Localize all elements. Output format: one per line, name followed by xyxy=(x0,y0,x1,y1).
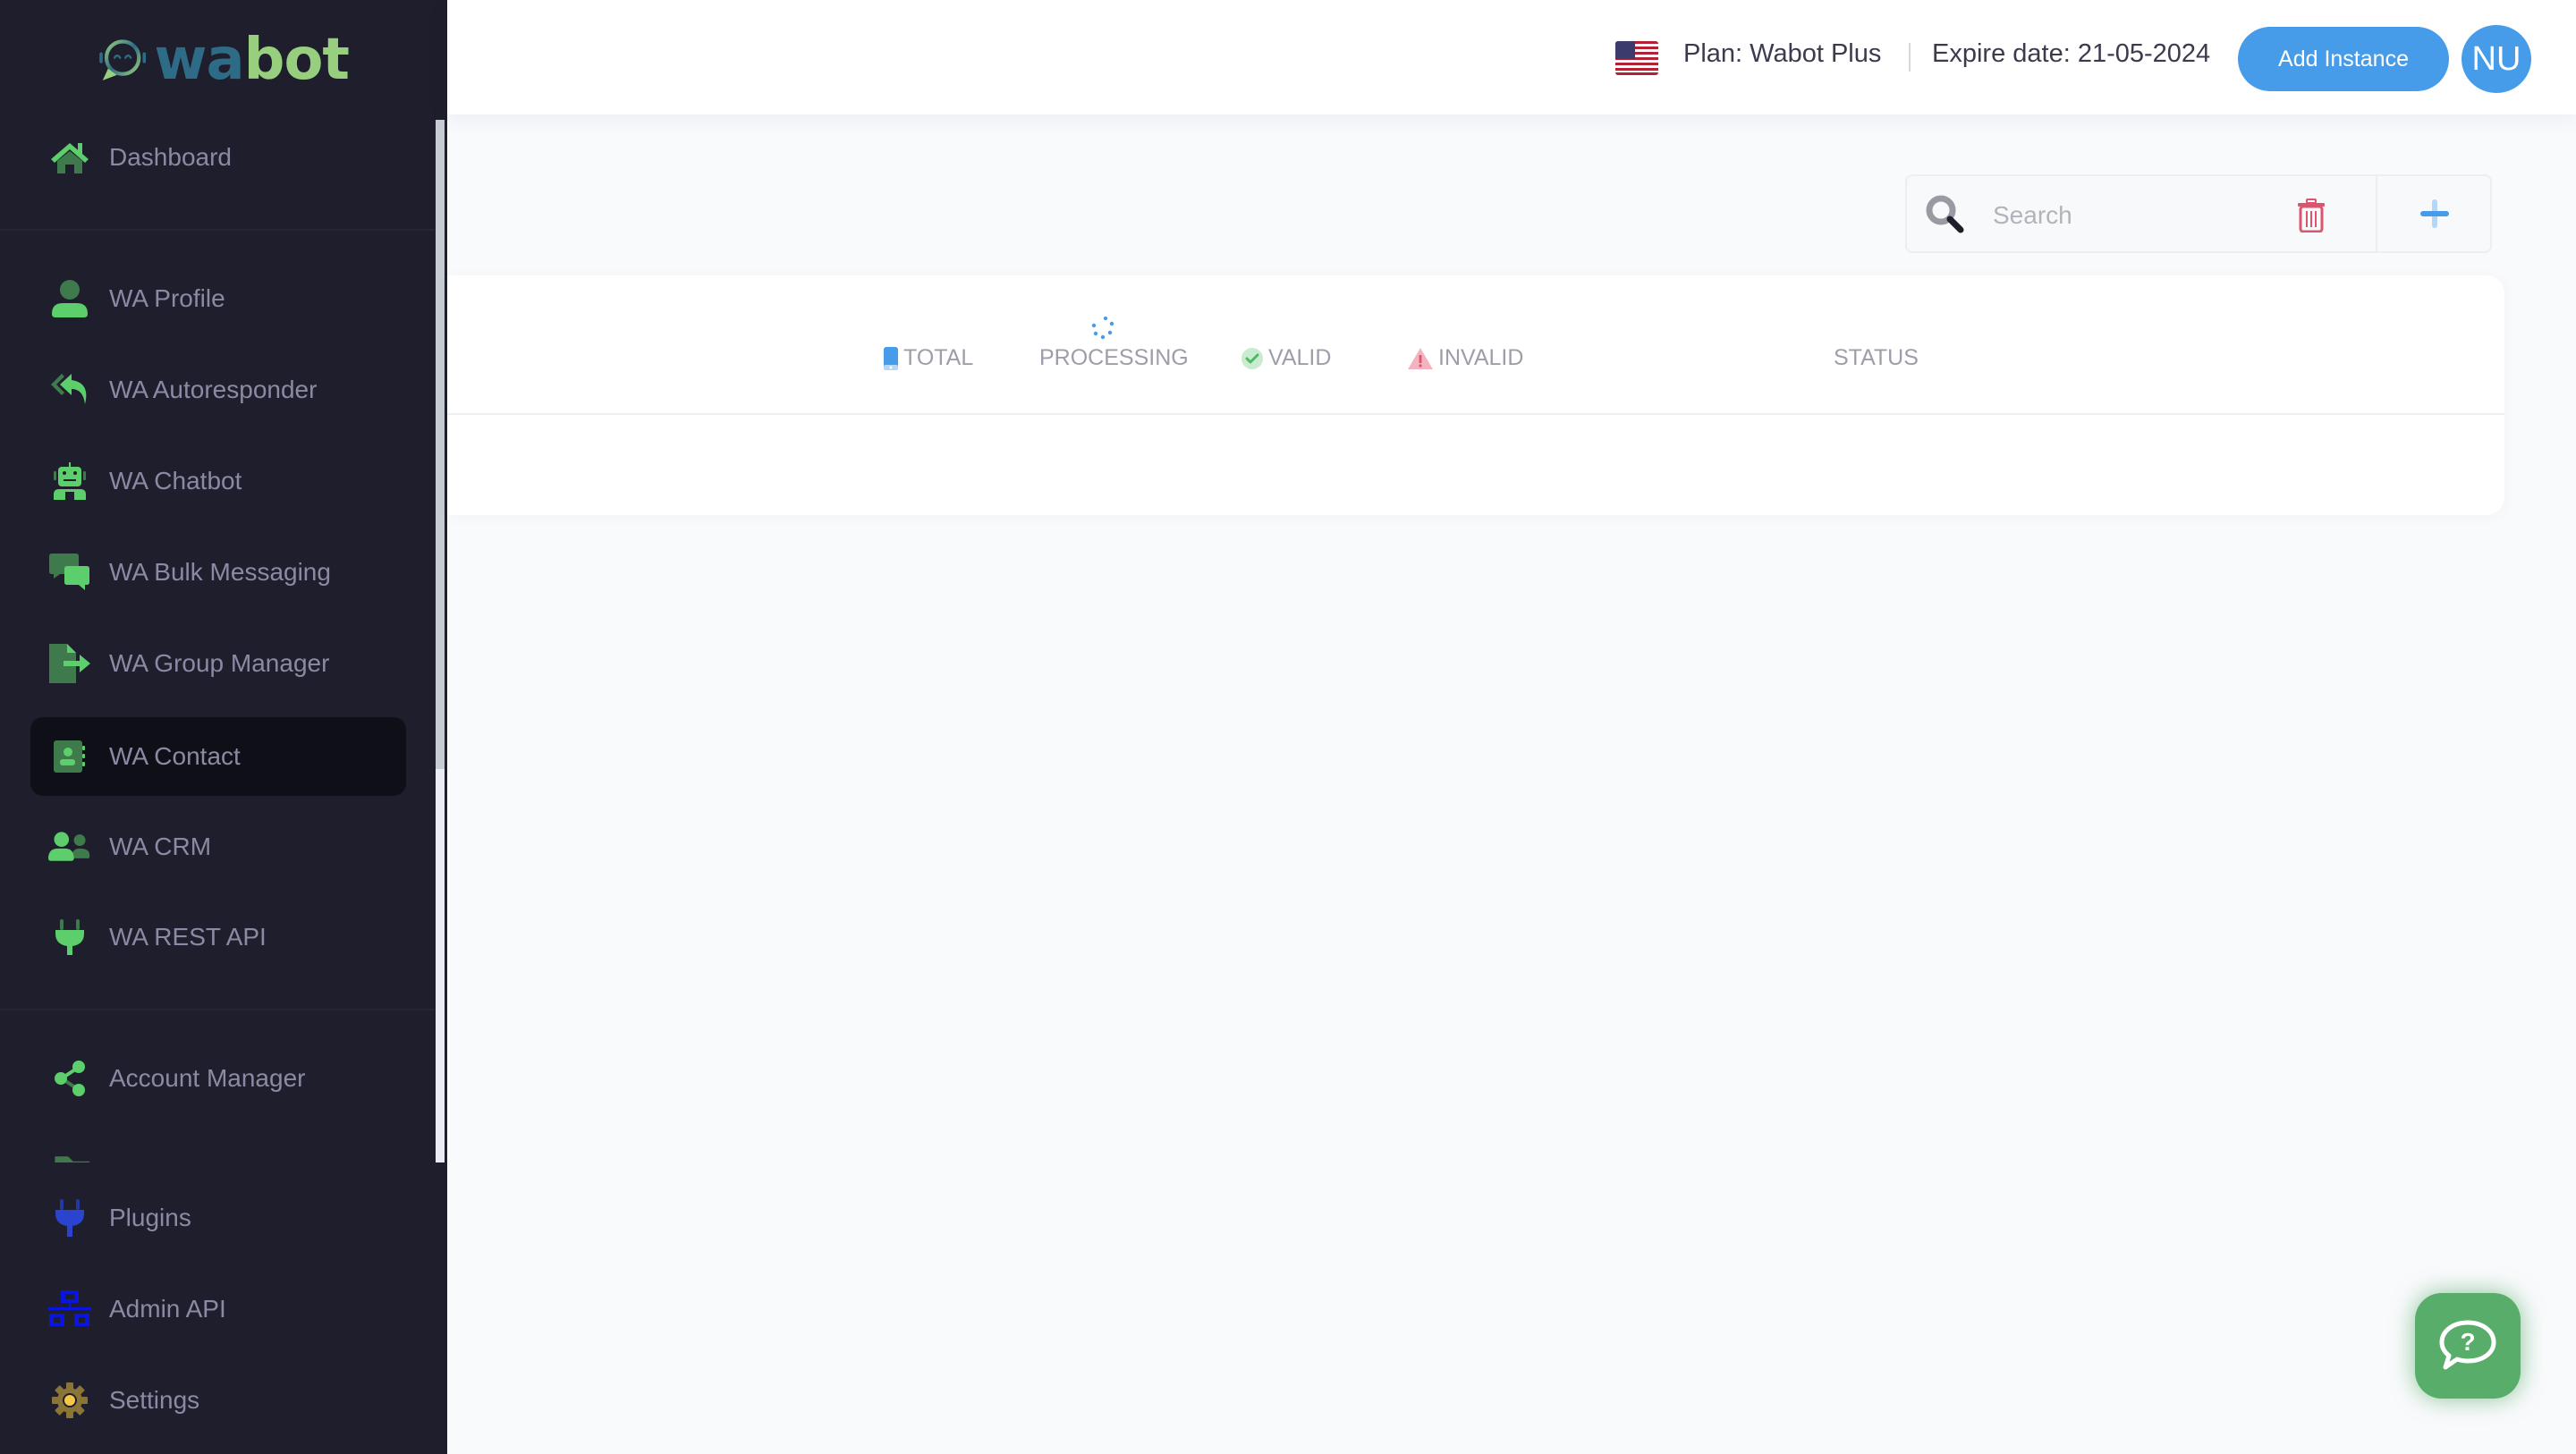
nav-divider xyxy=(0,1009,435,1010)
sidebar: wabot Dashboard WA Profile WA Autorespon… xyxy=(0,0,447,1454)
user-icon xyxy=(48,277,91,320)
add-button[interactable] xyxy=(2379,176,2490,251)
sidebar-item-wa-bulk-messaging[interactable]: WA Bulk Messaging xyxy=(30,533,406,612)
help-chat-button[interactable]: ? xyxy=(2415,1293,2521,1399)
sidebar-item-account-manager[interactable]: Account Manager xyxy=(30,1039,406,1118)
column-header-invalid[interactable]: INVALID xyxy=(1408,345,1523,371)
column-header-valid[interactable]: VALID xyxy=(1241,345,1331,371)
reply-all-icon xyxy=(48,368,91,411)
contacts-table: TOTAL PROCESSING VALID INVALID STATUS xyxy=(447,275,2504,515)
sidebar-item-label: WA CRM xyxy=(109,833,212,860)
search-bar xyxy=(1905,174,2492,253)
column-label: PROCESSING xyxy=(1039,345,1189,370)
search-input[interactable] xyxy=(1993,196,2261,235)
sidebar-item-wa-contact[interactable]: WA Contact xyxy=(30,717,406,796)
column-label: INVALID xyxy=(1438,345,1524,370)
sidebar-item-label: WA Chatbot xyxy=(109,467,242,495)
plug-icon xyxy=(48,1196,91,1239)
logo-text: wabot xyxy=(154,31,350,89)
sidebar-item-wa-chatbot[interactable]: WA Chatbot xyxy=(30,442,406,520)
sidebar-item-label: WA Bulk Messaging xyxy=(109,558,331,586)
table-header-divider xyxy=(447,413,2504,415)
top-header: Plan: Wabot Plus Expire date: 21-05-2024… xyxy=(447,0,2576,114)
address-book-icon xyxy=(48,735,91,778)
question-chat-icon: ? xyxy=(2439,1320,2496,1370)
robot-icon xyxy=(48,460,91,503)
sidebar-item-partial[interactable] xyxy=(30,1130,406,1162)
sidebar-item-label: Dashboard xyxy=(109,143,232,171)
home-icon xyxy=(48,136,91,179)
sidebar-item-label: Account Manager xyxy=(109,1064,306,1092)
sidebar-item-label: WA Autoresponder xyxy=(109,376,318,403)
wabot-logo-icon xyxy=(99,39,147,80)
search-divider xyxy=(2376,176,2377,251)
check-circle-icon xyxy=(1241,347,1263,369)
spinner-icon xyxy=(1091,317,1114,340)
plus-icon xyxy=(2420,199,2449,228)
gear-icon xyxy=(48,1379,91,1422)
sidebar-nav: Dashboard WA Profile WA Autoresponder WA… xyxy=(0,114,435,1162)
search-icon[interactable] xyxy=(1925,194,1966,235)
plug-icon xyxy=(48,916,91,959)
column-header-total[interactable]: TOTAL xyxy=(884,345,973,371)
chat-bubbles-icon xyxy=(48,551,91,594)
trash-icon xyxy=(2298,199,2325,232)
warning-icon xyxy=(1408,347,1433,369)
delete-button[interactable] xyxy=(2292,196,2331,235)
share-nodes-icon xyxy=(48,1057,91,1100)
sidebar-item-label: WA Contact xyxy=(109,742,241,770)
expire-date: Expire date: 21-05-2024 xyxy=(1932,39,2211,68)
mobile-icon xyxy=(884,346,898,370)
logo-text-bot: bot xyxy=(243,27,350,93)
sidebar-item-label: Settings xyxy=(109,1386,200,1414)
sidebar-scrollbar-thumb[interactable] xyxy=(436,120,445,769)
add-instance-button[interactable]: Add Instance xyxy=(2238,27,2449,91)
us-flag-icon[interactable] xyxy=(1615,41,1658,75)
sidebar-item-label: WA REST API xyxy=(109,923,267,951)
sidebar-item-wa-crm[interactable]: WA CRM xyxy=(30,807,406,886)
folder-icon xyxy=(48,1148,91,1162)
sidebar-item-wa-rest-api[interactable]: WA REST API xyxy=(30,898,406,976)
sidebar-item-label: WA Profile xyxy=(109,284,225,312)
column-label: STATUS xyxy=(1834,345,1919,370)
column-header-status[interactable]: STATUS xyxy=(1834,345,1919,371)
file-export-icon xyxy=(48,642,91,685)
sidebar-item-label: Plugins xyxy=(109,1204,191,1231)
nav-divider xyxy=(0,229,435,231)
header-separator xyxy=(1909,43,1911,72)
column-header-processing[interactable]: PROCESSING xyxy=(1039,345,1189,371)
svg-text:?: ? xyxy=(2460,1328,2475,1356)
sidebar-item-settings[interactable]: Settings xyxy=(30,1361,406,1440)
sidebar-item-plugins[interactable]: Plugins xyxy=(30,1179,406,1257)
sidebar-item-dashboard[interactable]: Dashboard xyxy=(30,118,406,197)
logo-text-wa: wa xyxy=(154,27,244,93)
plan-label: Plan: Wabot Plus xyxy=(1683,39,1882,68)
sidebar-item-wa-autoresponder[interactable]: WA Autoresponder xyxy=(30,351,406,429)
network-icon xyxy=(48,1288,91,1331)
sidebar-item-label: WA Group Manager xyxy=(109,649,330,677)
column-label: VALID xyxy=(1268,345,1332,370)
users-icon xyxy=(48,825,91,868)
sidebar-item-wa-profile[interactable]: WA Profile xyxy=(30,259,406,338)
sidebar-item-admin-api[interactable]: Admin API xyxy=(30,1270,406,1348)
logo[interactable]: wabot xyxy=(98,21,350,98)
sidebar-item-wa-group-manager[interactable]: WA Group Manager xyxy=(30,624,406,703)
sidebar-item-label: Admin API xyxy=(109,1295,226,1323)
avatar[interactable]: NU xyxy=(2462,25,2531,93)
column-label: TOTAL xyxy=(903,345,974,370)
